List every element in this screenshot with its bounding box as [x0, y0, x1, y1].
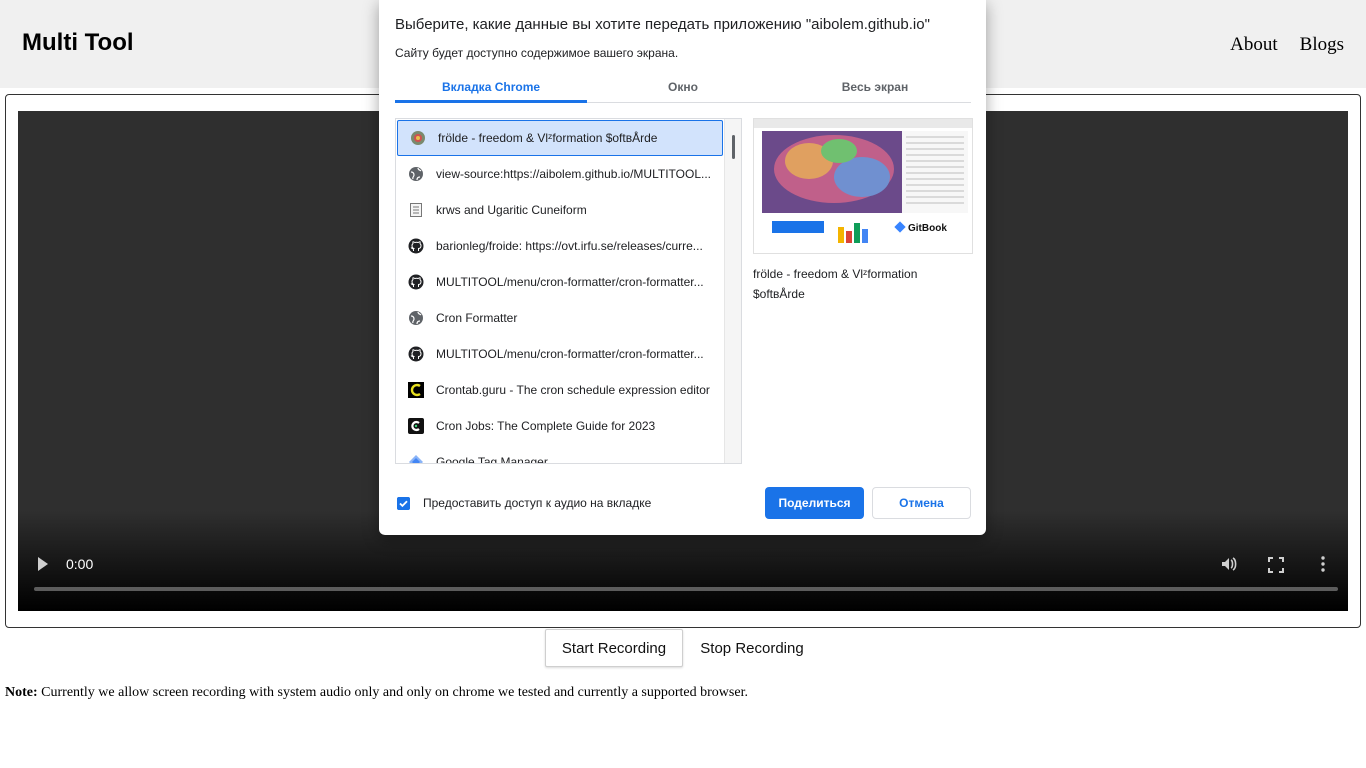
dialog-subtitle: Сайту будет доступно содержимое вашего э… [395, 46, 679, 60]
list-item-label: MULTITOOL/menu/cron-formatter/cron-forma… [436, 275, 704, 289]
audio-checkbox-label[interactable]: Предоставить доступ к аудио на вкладке [423, 496, 651, 510]
dialog-title: Выберите, какие данные вы хотите передат… [395, 16, 930, 33]
audio-checkbox[interactable] [397, 497, 410, 510]
site-brand[interactable]: Multi Tool [22, 29, 134, 57]
scrollbar-thumb[interactable] [732, 135, 735, 159]
list-item[interactable]: Google Tag Manager [396, 444, 722, 464]
list-item-label: barionleg/froide: https://ovt.irfu.se/re… [436, 239, 703, 253]
share-screen-dialog: Выберите, какие данные вы хотите передат… [379, 0, 986, 535]
list-item-label: view-source:https://aibolem.github.io/MU… [436, 167, 711, 181]
volume-icon[interactable] [1220, 555, 1238, 573]
list-item-label: krws and Ugaritic Cuneiform [436, 203, 587, 217]
tab-preview: GitBook [753, 118, 973, 254]
share-button[interactable]: Поделиться [765, 487, 864, 519]
tag-manager-icon [408, 454, 424, 463]
list-item-label: Cron Formatter [436, 311, 518, 325]
tab-entire-screen[interactable]: Весь экран [779, 74, 971, 102]
list-item[interactable]: frölde - freedom & Vlᶻformation $oftвÅrd… [397, 120, 723, 156]
list-item[interactable]: MULTITOOL/menu/cron-formatter/cron-forma… [396, 336, 722, 372]
note-body: Currently we allow screen recording with… [37, 685, 748, 700]
list-item[interactable]: view-source:https://aibolem.github.io/MU… [396, 156, 722, 192]
tab-chrome-tab[interactable]: Вкладка Chrome [395, 74, 587, 103]
source-tabs: Вкладка Chrome Окно Весь экран [395, 74, 971, 103]
list-item-label: MULTITOOL/menu/cron-formatter/cron-forma… [436, 347, 704, 361]
fullscreen-icon[interactable] [1268, 557, 1284, 573]
tab-window[interactable]: Окно [587, 74, 779, 102]
preview-title: frölde - freedom & Vlᶻformation $oftвÅrd… [753, 267, 918, 301]
colorful-globe-icon [410, 130, 426, 146]
list-item-label: Google Tag Manager [436, 455, 548, 464]
document-icon [408, 202, 424, 218]
cancel-button[interactable]: Отмена [872, 487, 971, 519]
note-text: Note: Currently we allow screen recordin… [5, 685, 748, 701]
github-icon [408, 238, 424, 254]
list-item-label: frölde - freedom & Vlᶻformation $oftвÅrd… [438, 131, 658, 145]
play-icon[interactable] [38, 557, 48, 571]
crontab-icon [408, 382, 424, 398]
video-progress-track[interactable] [34, 587, 1338, 591]
globe-icon [408, 310, 424, 326]
list-item-label: Crontab.guru - The cron schedule express… [436, 383, 710, 397]
list-item[interactable]: Crontab.guru - The cron schedule express… [396, 372, 722, 408]
preview-thumbnail: GitBook [754, 119, 972, 253]
start-recording-button[interactable]: Start Recording [545, 629, 683, 667]
list-item[interactable]: Cron Jobs: The Complete Guide for 2023 [396, 408, 722, 444]
list-item[interactable]: MULTITOOL/menu/cron-formatter/cron-forma… [396, 264, 722, 300]
site-nav: About Blogs [1230, 34, 1344, 56]
list-item[interactable]: krws and Ugaritic Cuneiform [396, 192, 722, 228]
video-time: 0:00 [66, 556, 94, 572]
chrome-tab-list: frölde - freedom & Vlᶻformation $oftвÅrd… [395, 118, 742, 464]
cronitor-icon [408, 418, 424, 434]
github-icon [408, 346, 424, 362]
nav-blogs-link[interactable]: Blogs [1300, 34, 1344, 56]
list-item[interactable]: barionleg/froide: https://ovt.irfu.se/re… [396, 228, 722, 264]
list-item[interactable]: Cron Formatter [396, 300, 722, 336]
stop-recording-button[interactable]: Stop Recording [690, 629, 814, 667]
list-item-label: Cron Jobs: The Complete Guide for 2023 [436, 419, 656, 433]
github-icon [408, 274, 424, 290]
tab-list-scrollbar[interactable] [724, 119, 741, 463]
globe-icon [408, 166, 424, 182]
nav-about-link[interactable]: About [1230, 34, 1278, 56]
more-options-icon[interactable] [1314, 555, 1332, 573]
gitbook-logo-text: GitBook [908, 223, 947, 234]
note-label: Note: [5, 685, 38, 700]
